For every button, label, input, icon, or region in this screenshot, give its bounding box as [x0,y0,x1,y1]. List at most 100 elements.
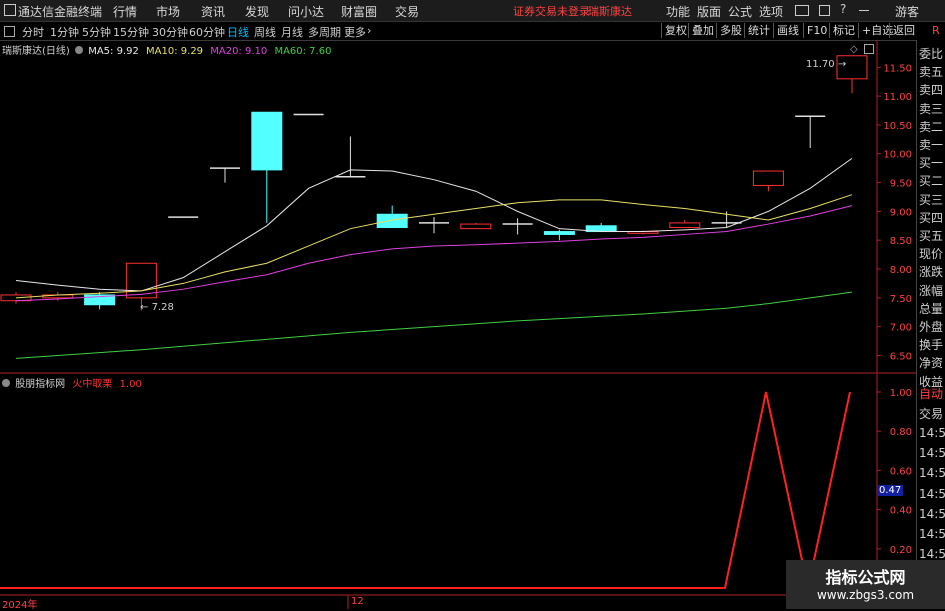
period-tab-daily[interactable]: 日线 [227,24,249,40]
help-icon[interactable]: ? [840,2,846,16]
back-button[interactable]: 返回 [889,23,918,38]
menu-layout[interactable]: 版面 [697,3,721,20]
menu-quotes[interactable]: 行情 [113,3,137,20]
indicator-tick-label: 0.20 [890,545,912,556]
price-tick-label: 9.50 [890,179,912,190]
side-panel-item[interactable]: 总量 [919,300,943,317]
indicator-line [0,391,851,589]
period-tab-more[interactable]: 更多 [344,24,366,40]
side-panel-item[interactable]: 外盘 [919,318,943,335]
candle-body-down [376,213,408,229]
side-panel-item[interactable]: 卖五 [919,63,943,80]
side-panel-lower-item[interactable]: 14:56 [919,446,945,460]
side-panel-item[interactable]: 卖四 [919,81,943,98]
menu-functions[interactable]: 功能 [666,3,690,20]
side-panel-item[interactable]: 委比 [919,45,943,62]
candle-body-up [669,222,701,229]
statistics-button[interactable]: 统计 [744,23,773,38]
adjust-button[interactable]: 复权 [661,23,690,38]
trade-login-status[interactable]: 证券交易未登录 [513,3,590,19]
period-tab-monthly[interactable]: 月线 [281,24,303,40]
candle-body-up [460,223,492,230]
period-tab-15min[interactable]: 15分钟 [113,24,149,40]
side-panel-lower-item[interactable]: 14:56 [919,466,945,480]
period-tab-1min[interactable]: 1分钟 [50,24,79,40]
price-tick-label: 6.50 [890,351,912,362]
draw-line-button[interactable]: 画线 [773,23,802,38]
more-chevron-icon[interactable]: › [367,24,371,37]
period-tab-5min[interactable]: 5分钟 [82,24,111,40]
overlay-button[interactable]: 叠加 [688,23,717,38]
watermark-title: 指标公式网 [825,568,906,587]
price-tick-label: 8.00 [890,265,912,276]
menu-formula[interactable]: 公式 [728,3,752,20]
side-panel-item[interactable]: 买二 [919,172,943,189]
menu-market[interactable]: 市场 [156,3,180,20]
side-panel-item[interactable]: 买五 [919,227,943,244]
f10-button[interactable]: F10 [803,23,830,38]
indicator-tick-label: 0.80 [890,427,912,438]
user-label[interactable]: 游客 [895,3,919,20]
price-tick-label: 11.00 [883,92,912,103]
current-value-tag: 0.47 [877,485,904,496]
price-tick-label: 10.00 [883,150,912,161]
multi-stock-button[interactable]: 多股 [716,23,745,38]
menu-discover[interactable]: 发现 [245,3,269,20]
candle-body-down [251,111,283,171]
diamond-icon[interactable]: ◇ [850,44,858,55]
side-panel-item[interactable]: 现价 [919,245,943,262]
side-panel-lower-item[interactable]: 自动 [919,385,943,402]
mail-icon[interactable] [795,5,809,16]
app-title: 通达信金融终端 [18,5,103,19]
side-panel-item[interactable]: 卖一 [919,136,943,153]
side-panel-item[interactable]: 涨跌 [919,263,943,280]
x-axis-label-month: 12 [351,596,364,607]
price-tick-label: 11.50 [883,63,912,74]
period-toolbar: 分时 1分钟 5分钟 15分钟 30分钟 60分钟 日线 周线 月线 多周期 更… [0,22,945,41]
menu-trade[interactable]: 交易 [395,3,419,20]
period-tab-multi[interactable]: 多周期 [308,24,341,40]
indicator-tick-label: 1.00 [890,388,912,399]
period-tab-weekly[interactable]: 周线 [254,24,276,40]
price-tick-label: 7.50 [890,294,912,305]
mark-button[interactable]: 标记 [829,23,858,38]
watermark-banner: 指标公式网 www.zbgs3.com [786,560,945,609]
zoom-icon[interactable] [864,44,874,54]
price-tick-label: 8.50 [890,236,912,247]
price-tick-label: 9.00 [890,207,912,218]
period-tab-minute[interactable]: 分时 [22,24,44,40]
low-price-label: ← 7.28 [140,302,174,313]
period-tab-30min[interactable]: 30分钟 [152,24,188,40]
indicator-tick-label: 0.60 [890,466,912,477]
side-panel-lower-item[interactable]: 14:56 [919,507,945,521]
side-panel-item[interactable]: 买四 [919,209,943,226]
candle-body-down [543,231,575,235]
price-tick-label: 10.50 [883,121,912,132]
chart-canvas[interactable]: 11.50 11.00 10.50 10.00 9.50 9.00 8.50 8.00 7.50… [0,40,916,609]
menu-assistant[interactable]: 问小达 [288,3,324,20]
menu-options[interactable]: 选项 [759,3,783,20]
stock-name-label: 瑞斯康达 [588,5,632,18]
indicator-tick-label: 0.40 [890,506,912,517]
app-logo-icon [4,4,16,16]
sidebar-toggle-icon[interactable] [4,26,15,37]
side-panel-lower-item[interactable]: 14:56 [919,426,945,440]
menu-wealth[interactable]: 财富圈 [341,3,377,20]
side-panel-lower-item[interactable]: 14:56 [919,487,945,501]
side-panel-item[interactable]: 卖三 [919,100,943,117]
side-panel-item[interactable]: 卖二 [919,118,943,135]
candle-body-up [752,170,784,186]
menu-news[interactable]: 资讯 [201,3,225,20]
side-panel-item[interactable]: 涨幅 [919,282,943,299]
side-panel-lower-item[interactable]: 14:56 [919,527,945,541]
side-panel-item[interactable]: 换手 [919,336,943,353]
side-panel-lower-item[interactable]: 交易 [919,405,943,422]
side-panel-item[interactable]: 净资 [919,354,943,371]
r-indicator: R [932,24,940,37]
period-tab-60min[interactable]: 60分钟 [189,24,225,40]
minimize-icon[interactable] [859,10,869,11]
restore-icon[interactable] [819,5,830,16]
side-panel-item[interactable]: 买三 [919,191,943,208]
quote-side-panel: 委比 卖五 卖四 卖三 卖二 卖一 买一 买二 买三 买四 买五 现价 涨跌 涨幅 总量 外盘 换手 净资 收益 自动… [916,40,945,609]
side-panel-item[interactable]: 买一 [919,154,943,171]
